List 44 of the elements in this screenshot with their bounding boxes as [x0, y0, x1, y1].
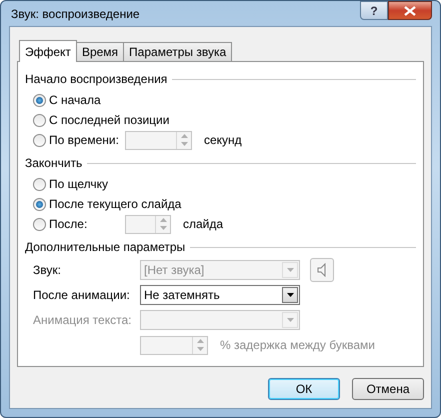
speaker-icon	[317, 263, 327, 277]
down-arrow-icon[interactable]	[196, 347, 204, 352]
spin-field[interactable]	[125, 130, 192, 150]
tab[interactable]: Параметры звука	[123, 42, 232, 61]
dropdown-arrow-icon	[286, 318, 294, 322]
dropdown-arrow-icon	[286, 268, 294, 272]
group-title: Дополнительные параметры	[25, 240, 186, 254]
down-arrow-icon[interactable]	[160, 226, 166, 230]
up-arrow-icon[interactable]	[180, 134, 188, 138]
spin-field[interactable]	[140, 336, 208, 354]
field-label: Звук:	[33, 263, 62, 277]
field-label: После анимации:	[33, 288, 131, 302]
group-title: Начало воспроизведения	[25, 72, 168, 86]
dropdown[interactable]: Не затемнять	[140, 285, 300, 305]
radio-button[interactable]	[33, 94, 46, 106]
tab[interactable]: Эффект	[19, 40, 77, 62]
radio-button[interactable]	[33, 218, 46, 230]
radio-label[interactable]: С последней позиции	[49, 113, 170, 127]
dialog-button[interactable]: ОК	[268, 378, 340, 400]
dialog-button[interactable]: Отмена	[352, 378, 424, 400]
radio-button[interactable]	[33, 114, 46, 126]
radio-label[interactable]: По щелчку	[49, 177, 108, 191]
radio-label[interactable]: По времени:	[49, 133, 119, 147]
radio-label[interactable]: После текущего слайда	[49, 197, 182, 211]
radio-label[interactable]: С начала	[49, 93, 101, 107]
group-title: Закончить	[25, 156, 82, 170]
up-arrow-icon[interactable]	[160, 218, 166, 222]
tab[interactable]: Время	[76, 42, 124, 61]
help-button[interactable]: ?	[360, 1, 388, 20]
radio-button[interactable]	[33, 134, 46, 146]
unit-label: слайда	[183, 217, 224, 231]
dropdown-arrow-icon	[286, 293, 294, 297]
unit-label: % задержка между буквами	[220, 338, 375, 352]
window-title: Звук: воспроизведение	[10, 6, 140, 20]
up-arrow-icon[interactable]	[196, 338, 204, 343]
spin-field[interactable]	[125, 214, 171, 234]
field-label: Анимация текста:	[33, 313, 132, 327]
close-button[interactable]	[388, 1, 432, 20]
radio-label[interactable]: После:	[49, 217, 88, 231]
close-icon	[404, 6, 416, 16]
down-arrow-icon[interactable]	[180, 142, 188, 146]
radio-button[interactable]	[33, 198, 46, 210]
unit-label: секунд	[204, 133, 242, 147]
radio-button[interactable]	[33, 178, 46, 190]
